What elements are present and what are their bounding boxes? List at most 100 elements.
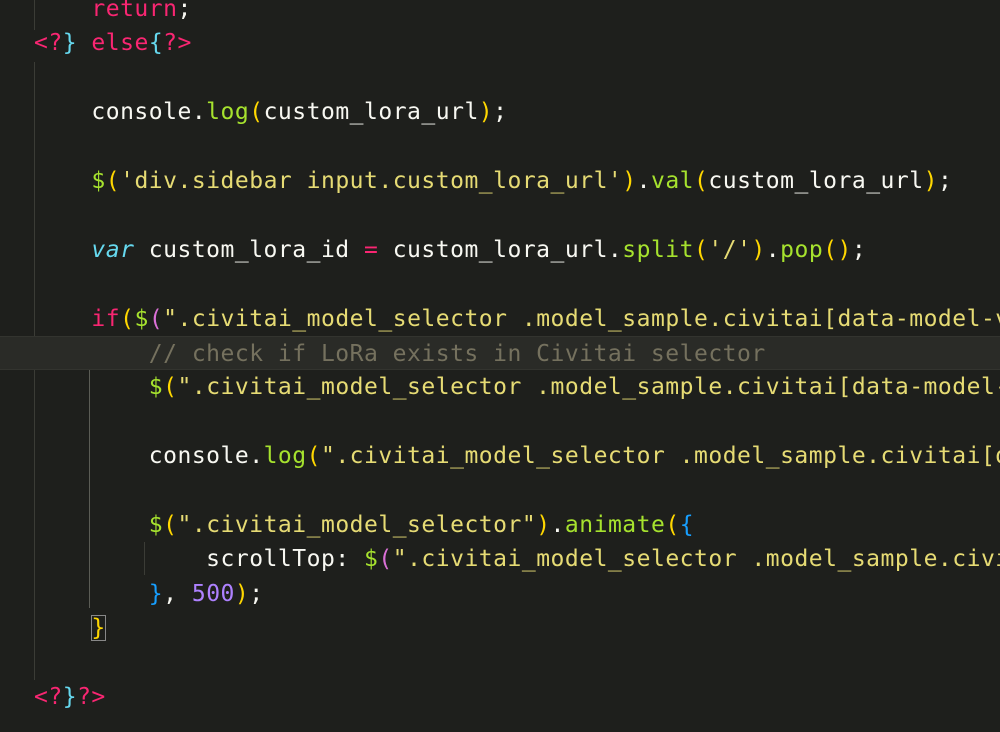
code-token: log — [263, 443, 307, 470]
code-line[interactable]: var custom_lora_id = custom_lora_url.spl… — [0, 233, 1000, 267]
code-line[interactable]: $('div.sidebar input.custom_lora_url').v… — [0, 164, 1000, 198]
code-token: split — [622, 236, 695, 263]
code-token: = — [364, 236, 379, 263]
code-line[interactable]: <?}?> — [0, 680, 1000, 714]
code-token: ) — [923, 168, 938, 194]
code-token: $ — [148, 512, 164, 538]
code-token: ?> — [163, 30, 192, 57]
code-token: log — [206, 99, 250, 126]
code-token: ".civitai_model_selector .model_sample.c… — [177, 374, 1000, 401]
code-token: ; — [851, 236, 867, 263]
code-token: ( — [694, 168, 709, 194]
code-token: { — [148, 30, 164, 57]
code-line[interactable]: $(".civitai_model_selector").animate({ — [0, 508, 1000, 542]
code-token: , — [163, 580, 192, 607]
code-line[interactable]: console.log(custom_lora_url); — [0, 95, 1000, 129]
code-line-current[interactable]: // check if LoRa exists in Civitai selec… — [0, 336, 1000, 370]
code-token: ( — [665, 512, 680, 538]
code-token: ( — [249, 99, 264, 126]
code-token: ( — [120, 305, 135, 332]
code-token: $ — [134, 305, 149, 332]
code-token: animate — [564, 512, 666, 538]
code-token: return — [91, 0, 178, 22]
code-token: ( — [378, 546, 393, 573]
code-line[interactable] — [0, 198, 1000, 232]
code-token: ( — [105, 168, 121, 194]
code-token: console. — [34, 99, 207, 126]
code-token: ".civitai_model_selector .model_sample.c… — [392, 546, 1000, 573]
code-line[interactable] — [0, 405, 1000, 439]
code-token: if — [91, 305, 121, 332]
code-editor[interactable]: return; <?} else{?> console.log(custom_lo… — [0, 0, 1000, 732]
code-token: . — [550, 512, 565, 538]
code-line[interactable]: scrollTop: $(".civitai_model_selector .m… — [0, 542, 1000, 576]
code-token: } — [91, 615, 106, 642]
code-token: else — [91, 30, 149, 57]
code-line[interactable]: }, 500); — [0, 577, 1000, 611]
code-token: $ — [91, 168, 106, 194]
code-token: ; — [937, 168, 953, 194]
code-token: ( — [163, 374, 178, 401]
code-line[interactable] — [0, 130, 1000, 164]
code-token: <? — [34, 30, 63, 57]
code-token: '/' — [708, 236, 752, 263]
code-token: } — [62, 684, 78, 710]
code-token: ?> — [77, 684, 106, 710]
code-token: console. — [34, 443, 264, 470]
code-token: ".civitai_model_selector .model_sample.c… — [163, 305, 1000, 332]
code-token: ( — [163, 512, 178, 538]
code-line[interactable]: return; — [0, 0, 1000, 26]
code-line[interactable] — [0, 474, 1000, 508]
code-line[interactable] — [0, 646, 1000, 680]
code-token: $ — [148, 374, 164, 401]
code-token: ".civitai_model_selector" — [177, 512, 537, 538]
code-token: ; — [493, 99, 508, 126]
code-token: <? — [34, 684, 63, 710]
code-token: $ — [364, 546, 379, 573]
code-token: ) — [478, 99, 494, 126]
code-token: custom_lora_url — [263, 99, 479, 126]
code-line[interactable]: <?} else{?> — [0, 26, 1000, 60]
code-token: ) — [622, 168, 637, 194]
code-token: // check if LoRa exists in Civitai selec… — [148, 341, 766, 367]
code-token: scrollTop: — [34, 546, 364, 573]
code-token: var — [91, 236, 135, 263]
code-token: { — [679, 512, 695, 538]
code-token: custom_lora_url — [708, 168, 924, 194]
code-token: custom_lora_id — [134, 236, 364, 263]
code-token: } — [62, 30, 78, 57]
code-token: ) — [536, 512, 551, 538]
code-token: pop — [780, 236, 824, 263]
code-token: 'div.sidebar input.custom_lora_url' — [120, 168, 623, 194]
code-token: ".civitai_model_selector .model_sample.c… — [320, 443, 1000, 470]
code-token: ; — [249, 580, 264, 607]
code-token: () — [823, 236, 852, 263]
code-token: . — [636, 168, 651, 194]
code-token: ( — [306, 443, 321, 470]
code-token: } — [148, 580, 164, 607]
code-line[interactable]: $(".civitai_model_selector .model_sample… — [0, 370, 1000, 404]
code-token: 500 — [191, 580, 235, 607]
code-token: ) — [751, 236, 766, 263]
code-line[interactable]: console.log(".civitai_model_selector .mo… — [0, 439, 1000, 473]
code-line[interactable] — [0, 61, 1000, 95]
code-token: ) — [234, 580, 250, 607]
code-token: . — [765, 236, 781, 263]
code-token: val — [650, 168, 695, 194]
code-token: ( — [694, 236, 709, 263]
code-line[interactable]: } — [0, 611, 1000, 645]
code-token: ( — [148, 305, 164, 332]
code-line[interactable] — [0, 267, 1000, 301]
code-line[interactable]: if($(".civitai_model_selector .model_sam… — [0, 302, 1000, 336]
code-token: ; — [177, 0, 192, 22]
